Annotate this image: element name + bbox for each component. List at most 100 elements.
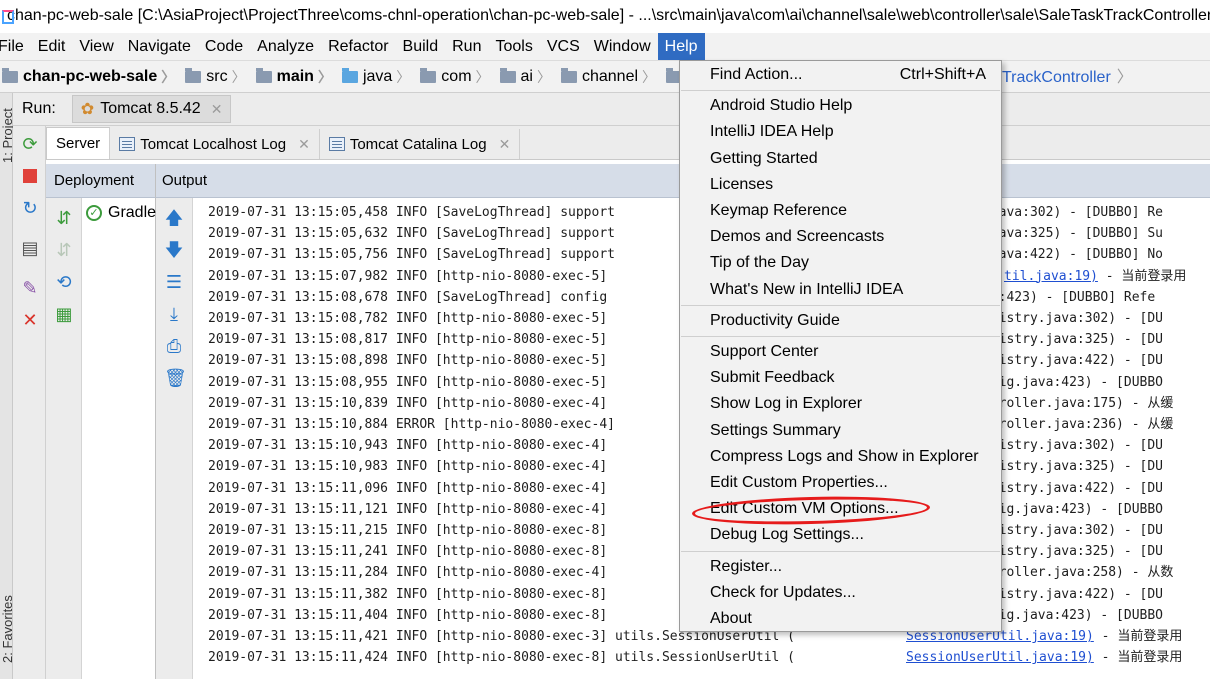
breadcrumb-item[interactable]: java 〉 bbox=[336, 67, 414, 87]
help-menu-item[interactable]: Getting Started bbox=[680, 146, 1001, 172]
help-menu-item[interactable]: Compress Logs and Show in Explorer bbox=[680, 444, 1001, 470]
refresh-icon[interactable]: ⟲ bbox=[54, 272, 74, 292]
shortcut-label: Ctrl+Shift+A bbox=[899, 66, 986, 83]
log-line-tail: SessionUserUtil.java:19) - 当前登录用 bbox=[906, 647, 1182, 668]
run-config-tab[interactable]: ✿ Tomcat 8.5.42 ✕ bbox=[71, 95, 232, 123]
trash-icon[interactable]: 🗑 bbox=[164, 368, 187, 388]
help-menu-item[interactable]: What's New in IntelliJ IDEA bbox=[680, 277, 1001, 303]
close-icon[interactable]: ✕ bbox=[298, 136, 310, 153]
help-menu-item[interactable]: Keymap Reference bbox=[680, 198, 1001, 224]
rerun-icon[interactable]: ⟳ bbox=[20, 134, 40, 154]
deployment-item[interactable]: ✓ Gradle bbox=[86, 204, 156, 222]
breadcrumb-item-label: main bbox=[276, 67, 314, 85]
log-message: - 当前登录用 bbox=[1093, 629, 1183, 644]
help-menu-item[interactable]: Demos and Screencasts bbox=[680, 224, 1001, 250]
log-line-text: 2019-07-31 13:15:05,458 INFO [SaveLogThr… bbox=[208, 205, 615, 220]
print-icon[interactable]: ⎙ bbox=[164, 336, 184, 356]
help-menu-item-label: Settings Summary bbox=[710, 421, 841, 439]
log-line-text: 2019-07-31 13:15:11,424 INFO [http-nio-8… bbox=[208, 650, 795, 666]
help-menu-item[interactable]: Debug Log Settings... bbox=[680, 522, 1001, 548]
menu-navigate[interactable]: Navigate bbox=[121, 33, 198, 60]
source-link[interactable]: SessionUserUtil.java:19) bbox=[906, 650, 1094, 665]
close-icon[interactable]: ✕ bbox=[499, 136, 511, 153]
menu-view[interactable]: View bbox=[72, 33, 120, 60]
menu-help[interactable]: Help bbox=[657, 33, 705, 60]
menu-analyze[interactable]: Analyze bbox=[250, 33, 321, 60]
help-menu-item-label: Edit Custom Properties... bbox=[710, 474, 888, 491]
log-line-text: 2019-07-31 13:15:08,678 INFO [SaveLogThr… bbox=[208, 289, 608, 305]
menu-tools[interactable]: Tools bbox=[488, 33, 539, 60]
breadcrumb-tail[interactable]: TrackController 〉 bbox=[1002, 61, 1133, 94]
breadcrumb-item[interactable]: main 〉 bbox=[250, 67, 336, 87]
close-icon[interactable]: ✕ bbox=[211, 101, 223, 118]
menu-file[interactable]: File bbox=[0, 33, 31, 60]
breadcrumb-item-label: com bbox=[441, 67, 472, 85]
menu-run[interactable]: Run bbox=[445, 33, 488, 60]
breadcrumb-item[interactable]: src 〉 bbox=[179, 67, 249, 87]
menu-vcs[interactable]: VCS bbox=[540, 33, 587, 60]
breadcrumb-item[interactable]: chan-pc-web-sale 〉 bbox=[0, 67, 179, 87]
help-menu-item[interactable]: Tip of the Day bbox=[680, 250, 1001, 276]
help-menu-item[interactable]: Register... bbox=[680, 554, 1001, 580]
help-menu-item[interactable]: Android Studio Help bbox=[680, 93, 1001, 119]
breadcrumb-item[interactable]: ai 〉 bbox=[494, 67, 555, 87]
log-line-tail: va:423) - [DUBBO] Refe bbox=[983, 289, 1156, 305]
folder-icon bbox=[560, 67, 577, 83]
log-line-tail: nfig.java:423) - [DUBBO bbox=[983, 607, 1164, 623]
menu-code[interactable]: Code bbox=[198, 33, 250, 60]
folder-icon bbox=[2, 67, 18, 83]
source-link[interactable]: til.java:19) bbox=[1004, 269, 1098, 284]
breadcrumb-item[interactable]: channel 〉 bbox=[555, 67, 660, 87]
tab-server[interactable]: Server bbox=[46, 127, 111, 159]
log-line-tail: egistry.java:325) - [DU bbox=[983, 544, 1164, 560]
pin-icon[interactable]: ✎ bbox=[20, 278, 40, 298]
deployment-tree: ✓ Gradle bbox=[82, 198, 156, 679]
artifact-icon[interactable]: ▦ bbox=[54, 304, 74, 324]
log-line-text: 2019-07-31 13:15:05,632 INFO [SaveLogThr… bbox=[208, 226, 615, 242]
chevron-right-icon: 〉 bbox=[642, 68, 657, 85]
help-menu-item[interactable]: Edit Custom Properties... bbox=[680, 470, 1001, 496]
log-message: - 当前登录用 bbox=[1097, 268, 1187, 284]
update-icon[interactable]: ↻ bbox=[20, 198, 40, 218]
undeploy-icon[interactable]: ⇵ bbox=[54, 240, 74, 260]
arrow-up-icon[interactable]: 🡅 bbox=[164, 208, 184, 228]
window-title-bar: chan-pc-web-sale [C:\AsiaProject\Project… bbox=[0, 0, 1210, 32]
help-menu-item[interactable]: IntelliJ IDEA Help bbox=[680, 119, 1001, 145]
tab-localhost-log[interactable]: Tomcat Localhost Log ✕ bbox=[110, 129, 320, 159]
deploy-all-icon[interactable]: ⇵ bbox=[54, 208, 74, 228]
help-menu-item[interactable]: Submit Feedback bbox=[680, 365, 1001, 391]
log-line-text: 2019-07-31 13:15:10,839 INFO [http-nio-8… bbox=[208, 395, 608, 411]
scroll-to-end-icon[interactable]: ⤓ bbox=[164, 304, 184, 324]
folder-icon bbox=[499, 67, 516, 83]
log-line-text: 2019-07-31 13:15:11,215 INFO [http-nio-8… bbox=[208, 523, 608, 538]
help-menu-item-label: Keymap Reference bbox=[710, 202, 847, 219]
help-menu-item[interactable]: Support Center bbox=[680, 339, 1001, 365]
help-dropdown-menu: Find Action... Ctrl+Shift+A Android Studio… bbox=[679, 60, 1002, 632]
help-menu-item[interactable]: Productivity Guide bbox=[680, 308, 1001, 334]
soft-wrap-icon[interactable]: ☰ bbox=[164, 272, 184, 292]
help-menu-item[interactable]: Check for Updates... bbox=[680, 580, 1001, 606]
tab-catalina-log[interactable]: Tomcat Catalina Log ✕ bbox=[320, 129, 521, 159]
breadcrumb-item[interactable]: com 〉 bbox=[414, 67, 493, 87]
breadcrumb-item-label: channel bbox=[581, 67, 639, 85]
folder-icon bbox=[185, 67, 202, 83]
help-menu-item[interactable]: Licenses bbox=[680, 172, 1001, 198]
help-menu-item-label: What's New in IntelliJ IDEA bbox=[710, 280, 904, 298]
arrow-down-icon[interactable]: 🡇 bbox=[164, 240, 184, 260]
log-line-tail: egistry.java:422) - [DU bbox=[983, 353, 1164, 369]
menu-build[interactable]: Build bbox=[396, 33, 446, 60]
help-menu-item[interactable]: Settings Summary bbox=[680, 418, 1001, 444]
close-run-icon[interactable]: ✕ bbox=[20, 310, 40, 330]
tomcat-icon: ✿ bbox=[80, 101, 95, 118]
log-line-text: 2019-07-31 13:15:05,756 INFO [SaveLogThr… bbox=[208, 247, 615, 263]
layout-icon[interactable]: ▤ bbox=[20, 238, 40, 258]
menu-edit[interactable]: Edit bbox=[31, 33, 73, 60]
deployment-toolbar: ⇵ ⇵ ⟲ ▦ bbox=[46, 198, 82, 679]
help-menu-item[interactable]: Show Log in Explorer bbox=[680, 391, 1001, 417]
help-menu-item[interactable]: Find Action... Ctrl+Shift+A bbox=[680, 62, 1001, 88]
help-menu-item[interactable]: About bbox=[680, 606, 1001, 632]
menu-window[interactable]: Window bbox=[587, 33, 658, 60]
menu-refactor[interactable]: Refactor bbox=[321, 33, 395, 60]
stop-icon[interactable] bbox=[20, 166, 40, 186]
deployment-header: Deployment bbox=[46, 164, 156, 198]
